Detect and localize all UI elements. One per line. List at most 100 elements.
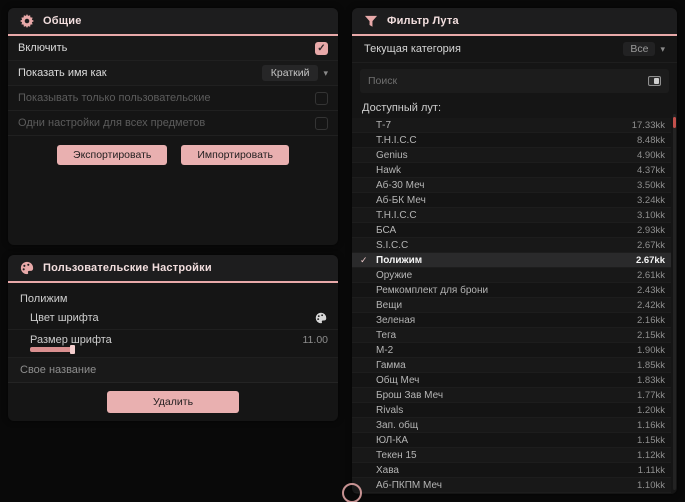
font-size-slider[interactable]: [8, 345, 338, 358]
loot-row[interactable]: Оружие 2.61kk: [352, 268, 671, 283]
search-input[interactable]: [368, 75, 618, 87]
loot-row[interactable]: S.I.C.C 2.67kk: [352, 238, 671, 253]
panel-loot-header: Фильтр Лута: [352, 8, 677, 36]
loot-item-value: 1.12kk: [637, 449, 665, 461]
category-value: Все: [623, 42, 656, 56]
loot-item-value: 2.67kk: [637, 239, 665, 251]
loot-item-value: 17.33kk: [631, 119, 665, 131]
import-button[interactable]: Импортировать: [181, 145, 289, 165]
loot-row[interactable]: Текен 15 1.12kk: [352, 448, 671, 463]
loot-item-value: 2.15kk: [637, 329, 665, 341]
same-settings-checkbox[interactable]: [315, 116, 328, 130]
font-color-row[interactable]: Цвет шрифта: [8, 307, 338, 330]
loot-row[interactable]: БСА 2.93kk: [352, 223, 671, 238]
loot-list: Т-7 17.33kk T.H.I.C.C 8.48kk Genius 4.90kk Haw…: [352, 118, 671, 494]
loot-row[interactable]: T.H.I.C.C 3.10kk: [352, 208, 671, 223]
loot-row[interactable]: Зап. общ 1.16kk: [352, 418, 671, 433]
loot-row[interactable]: Т-7 17.33kk: [352, 118, 671, 133]
only-custom-checkbox[interactable]: [315, 91, 328, 105]
loot-row[interactable]: Hawk 4.37kk: [352, 163, 671, 178]
loot-row[interactable]: ✓ Полижим 2.67kk: [352, 253, 671, 268]
loot-item-value: 3.50kk: [637, 179, 665, 191]
category-dropdown[interactable]: Все ▾: [623, 42, 665, 56]
loot-item-value: 3.24kk: [637, 194, 665, 206]
loot-row[interactable]: Аб-БК Меч 3.24kk: [352, 193, 671, 208]
loot-item-value: 3.10kk: [637, 209, 665, 221]
loot-item-name: T.H.I.C.C: [376, 134, 417, 146]
delete-button[interactable]: Удалить: [107, 391, 239, 413]
loot-row[interactable]: Хава 1.11kk: [352, 463, 671, 478]
enable-label: Включить: [18, 42, 68, 54]
category-row: Текущая категория Все ▾: [352, 36, 677, 63]
export-button[interactable]: Экспортировать: [57, 145, 168, 165]
loot-row[interactable]: ЮЛ-КА 1.15kk: [352, 433, 671, 448]
gear-icon: [20, 14, 34, 28]
same-settings-label: Одни настройки для всех предметов: [18, 117, 206, 129]
loot-item-value: 2.93kk: [637, 224, 665, 236]
enable-row: Включить ✓: [8, 36, 338, 61]
loot-item-name: Rivals: [376, 404, 404, 416]
loot-item-name: S.I.C.C: [376, 239, 409, 251]
loot-item-name: ЮЛ-КА: [376, 434, 409, 446]
loot-item-value: 1.20kk: [637, 404, 665, 416]
left-column: Общие Включить ✓ Показать имя как Кратки…: [8, 8, 338, 494]
loot-scrollbar[interactable]: [673, 114, 676, 490]
slider-track[interactable]: [30, 345, 328, 354]
loot-row[interactable]: Гамма 1.85kk: [352, 358, 671, 373]
enable-checkbox[interactable]: ✓: [315, 41, 328, 55]
loot-item-name: БСА: [376, 224, 397, 236]
loot-item-value: 1.83kk: [637, 374, 665, 386]
loot-item-name: Оружие: [376, 269, 413, 281]
loot-row[interactable]: Genius 4.90kk: [352, 148, 671, 163]
loot-item-value: 4.90kk: [637, 149, 665, 161]
loot-item-value: 2.61kk: [637, 269, 665, 281]
loot-item-name: Аб-ПКПМ Меч: [376, 479, 442, 491]
loot-row[interactable]: Аб-ПКПМ Меч 1.10kk: [352, 478, 671, 493]
loot-item-name: Аб-БК Меч: [376, 194, 426, 206]
loot-item-name: Хава: [376, 464, 399, 476]
only-custom-label: Показывать только пользовательские: [18, 92, 211, 104]
show-name-label: Показать имя как: [18, 67, 107, 79]
loot-row[interactable]: Тега 2.15kk: [352, 328, 671, 343]
loot-item-name: Т-7: [376, 119, 391, 131]
show-name-dropdown[interactable]: Краткий ▾: [261, 65, 328, 81]
loot-row[interactable]: М-2 1.90kk: [352, 343, 671, 358]
loot-row[interactable]: Брош Зав Меч 1.77kk: [352, 388, 671, 403]
custom-name-input[interactable]: [8, 358, 338, 383]
custom-settings-body: Полижим Цвет шрифта Размер шрифта 11.00 …: [8, 283, 338, 413]
loot-item-value: 1.16kk: [637, 419, 665, 431]
panel-title: Общие: [43, 15, 82, 27]
chevron-down-icon: ▾: [660, 43, 665, 54]
loot-row[interactable]: Rivals 1.20kk: [352, 403, 671, 418]
loot-row[interactable]: Зеленая 2.16kk: [352, 313, 671, 328]
font-color-label: Цвет шрифта: [30, 312, 99, 324]
scrollbar-thumb[interactable]: [673, 117, 676, 128]
loot-item-value: 4.37kk: [637, 164, 665, 176]
show-name-row: Показать имя как Краткий ▾: [8, 61, 338, 86]
loot-item-name: Текен 15: [376, 449, 417, 461]
right-column: Фильтр Лута Текущая категория Все ▾ Дост…: [342, 8, 677, 502]
loot-item-value: 2.42kk: [637, 299, 665, 311]
palette-icon[interactable]: [314, 311, 328, 325]
loot-item-value: 2.16kk: [637, 314, 665, 326]
loot-row[interactable]: Вещи 2.42kk: [352, 298, 671, 313]
search-row: [360, 69, 669, 93]
loot-row[interactable]: Аб-30 Меч 3.50kk: [352, 178, 671, 193]
loot-item-value: 1.10kk: [637, 479, 665, 491]
loot-item-value: 8.48kk: [637, 134, 665, 146]
loot-row[interactable]: Общ Меч 1.83kk: [352, 373, 671, 388]
delete-row: Удалить: [8, 383, 338, 413]
keyboard-icon[interactable]: [648, 76, 661, 86]
loot-item-name: Hawk: [376, 164, 402, 176]
loot-row[interactable]: T.H.I.C.C 8.48kk: [352, 133, 671, 148]
loot-item-value: 1.77kk: [637, 389, 665, 401]
loot-item-name: Ремкомплект для брони: [376, 284, 489, 296]
loot-item-value: 1.85kk: [637, 359, 665, 371]
slider-handle[interactable]: [70, 345, 75, 354]
panel-custom-settings: Пользовательские Настройки Полижим Цвет …: [8, 255, 338, 421]
loot-row[interactable]: Ремкомплект для брони 2.43kk: [352, 283, 671, 298]
funnel-icon: [364, 14, 378, 28]
mod-settings-window: Общие Включить ✓ Показать имя как Кратки…: [0, 0, 685, 502]
loot-item-name: Общ Меч: [376, 374, 420, 386]
available-loot-label: Доступный лут:: [362, 102, 442, 114]
